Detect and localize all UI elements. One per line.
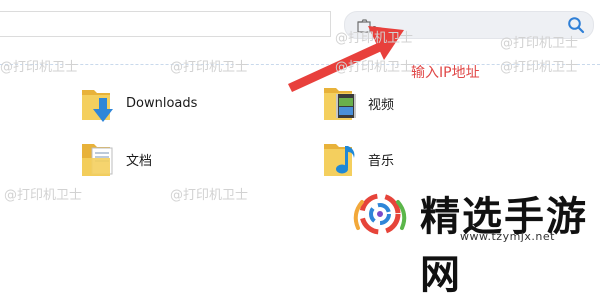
watermark: @打印机卫士 [335, 31, 414, 46]
folder-label: 视频 [368, 97, 395, 113]
logo-mark-icon [353, 193, 407, 235]
folder-item-videos[interactable]: 视频 [322, 82, 394, 124]
documents-folder-icon [80, 138, 122, 180]
folder-label: 音乐 [368, 153, 395, 169]
folder-item-documents[interactable]: 文档 [80, 138, 152, 180]
callout-text: 输入IP地址 [411, 65, 480, 81]
watermark: @打印机卫士 [170, 60, 249, 75]
watermark: @打印机卫士 [335, 60, 414, 75]
watermark: @打印机卫士 [4, 188, 83, 203]
folder-item-downloads[interactable]: Downloads [80, 82, 197, 124]
watermark: @打印机卫士 [500, 60, 579, 75]
watermark: @打印机卫士 [500, 36, 579, 51]
logo-url: www.tzymjx.net [460, 230, 555, 243]
music-folder-icon [322, 138, 364, 180]
folder-label: 文档 [126, 153, 153, 169]
video-folder-icon [322, 82, 364, 124]
site-logo: 精选手游网 www.tzymjx.net [348, 182, 598, 298]
watermark: @打印机卫士 [0, 60, 79, 75]
folder-item-music[interactable]: 音乐 [322, 138, 394, 180]
watermark: @打印机卫士 [170, 188, 249, 203]
downloads-folder-icon [80, 82, 122, 124]
folder-label: Downloads [126, 95, 198, 111]
